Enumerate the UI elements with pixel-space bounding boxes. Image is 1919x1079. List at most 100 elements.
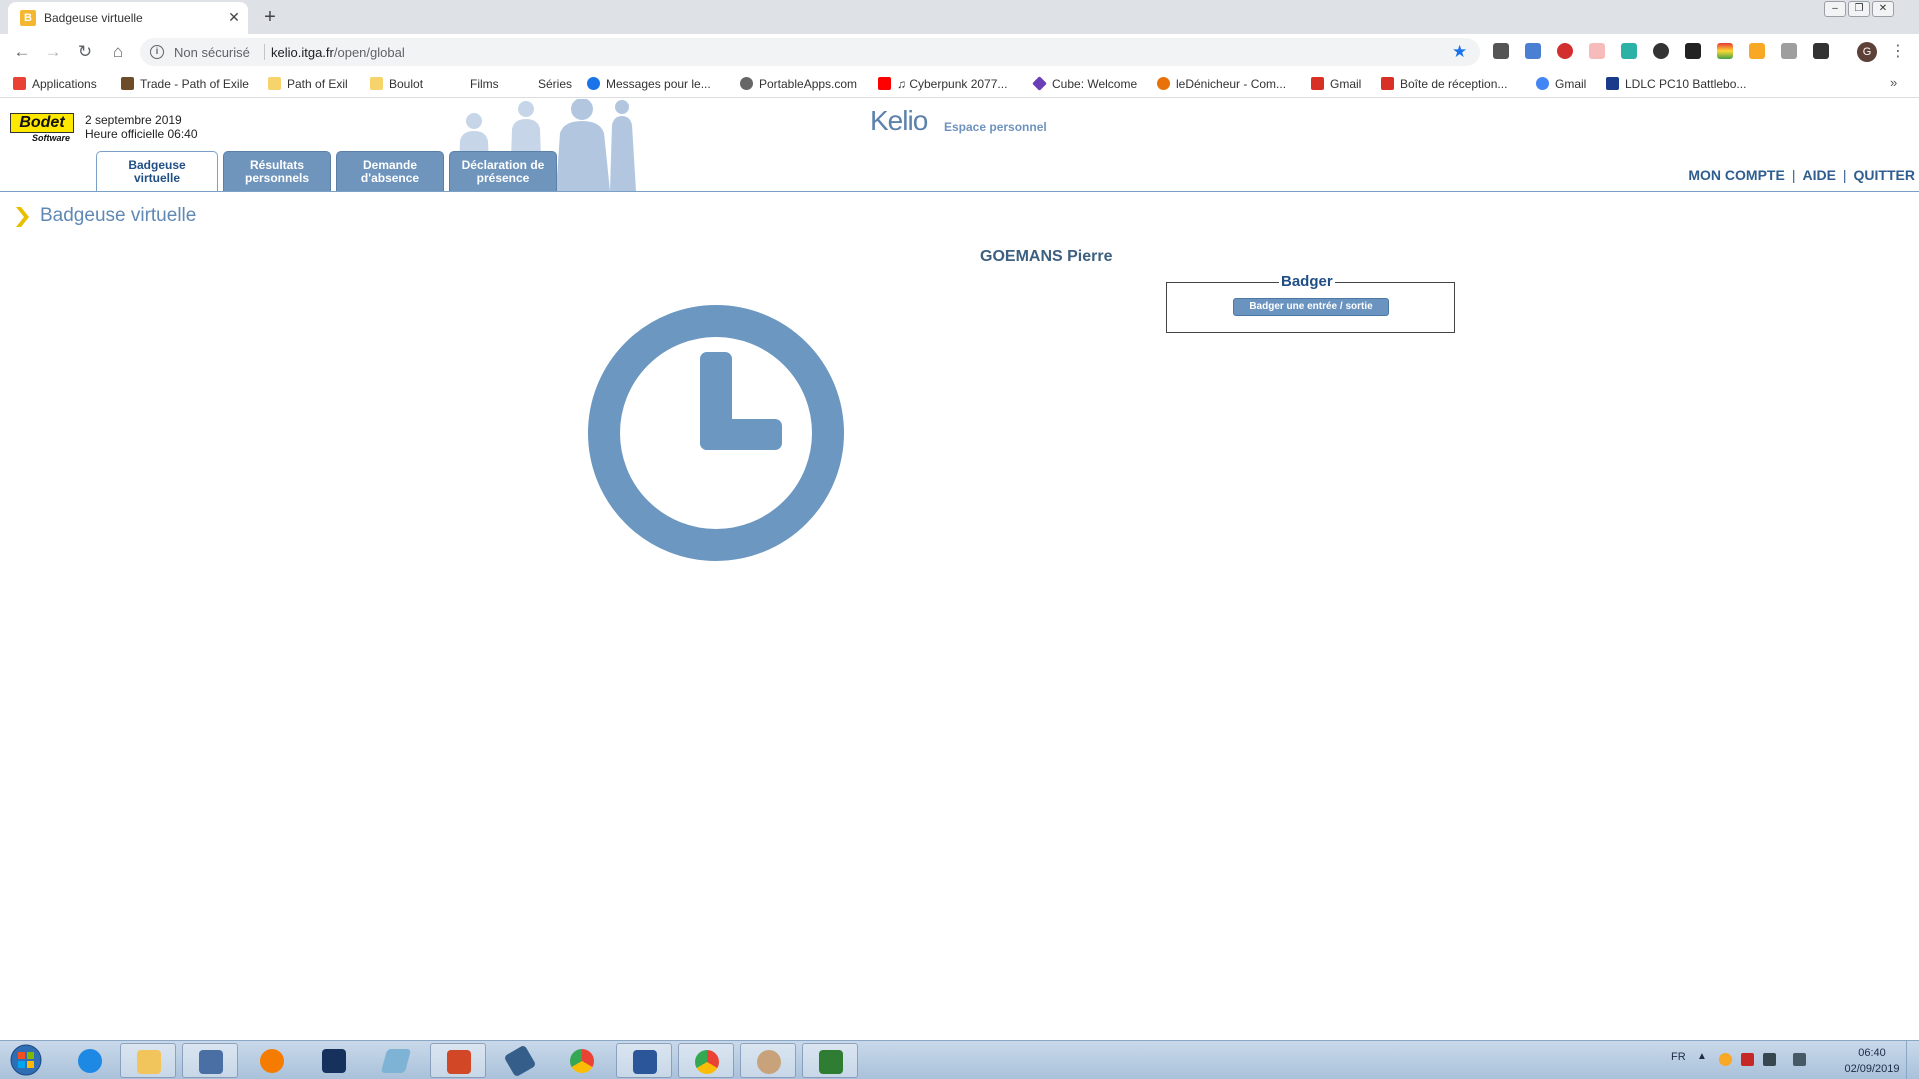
aide-link[interactable]: AIDE	[1802, 167, 1835, 183]
cube-icon	[1032, 76, 1047, 91]
bookmark-item[interactable]: PortableApps.com	[740, 75, 857, 93]
folder-icon	[268, 77, 281, 90]
extension-color-icon[interactable]	[1717, 43, 1733, 59]
bookmark-item[interactable]: Séries	[538, 75, 572, 93]
reload-icon[interactable]: ↻	[73, 40, 97, 64]
window-close-icon[interactable]: ✕	[1872, 1, 1894, 17]
url-host: kelio.itga.fr	[271, 45, 334, 60]
windows-start-icon[interactable]	[2, 1042, 50, 1078]
messages-icon	[587, 77, 600, 90]
bookmark-item[interactable]: Boîte de réception...	[1381, 75, 1507, 93]
quitter-link[interactable]: QUITTER	[1854, 167, 1915, 183]
taskbar-file-explorer[interactable]	[120, 1043, 176, 1078]
bookmark-star-icon[interactable]: ★	[1452, 42, 1467, 62]
taskbar-powerpoint[interactable]	[430, 1043, 486, 1078]
security-label: Non sécurisé	[174, 45, 250, 60]
bookmark-item[interactable]: Boulot	[370, 75, 423, 93]
window-minimize-icon[interactable]: –	[1824, 1, 1846, 17]
extension-mail-icon[interactable]	[1749, 43, 1765, 59]
address-bar[interactable]: i Non sécurisé kelio.itga.fr/open/global…	[140, 38, 1480, 66]
tray-app-icon[interactable]	[1719, 1053, 1732, 1066]
back-arrow-icon[interactable]: ←	[10, 40, 34, 64]
forward-arrow-icon[interactable]: →	[41, 40, 65, 64]
employee-name: GOEMANS Pierre	[980, 248, 1113, 265]
bookmark-item[interactable]: Messages pour le...	[587, 75, 711, 93]
folder-icon	[370, 77, 383, 90]
badger-entree-sortie-button[interactable]: Badger une entrée / sortie	[1233, 298, 1389, 316]
url-separator	[264, 44, 265, 60]
tray-expand-icon[interactable]: ▲	[1697, 1051, 1707, 1062]
tab-demande-absence[interactable]: Demande d'absence	[336, 151, 444, 191]
bookmark-item[interactable]: Gmail	[1311, 75, 1361, 93]
tab-declaration-presence[interactable]: Déclaration de présence	[449, 151, 557, 191]
google-icon	[1536, 77, 1549, 90]
media-player-icon	[260, 1049, 284, 1073]
taskbar-paint[interactable]	[740, 1043, 796, 1078]
eraser-icon	[380, 1049, 412, 1073]
extension-calendar-icon[interactable]	[1525, 43, 1541, 59]
window-restore-icon[interactable]: ❐	[1848, 1, 1870, 17]
new-tab-icon[interactable]: +	[258, 6, 282, 30]
taskbar-pen-tool[interactable]	[492, 1043, 548, 1078]
extension-pdf-icon[interactable]	[1589, 43, 1605, 59]
url-text[interactable]: kelio.itga.fr/open/global	[271, 45, 405, 60]
chrome-icon	[570, 1049, 594, 1073]
tray-volume-icon[interactable]	[1793, 1053, 1806, 1066]
word-icon	[633, 1050, 657, 1074]
taskbar-remote-keyboard[interactable]	[182, 1043, 238, 1078]
bookmarks-overflow-icon[interactable]: »	[1890, 75, 1897, 90]
tab-badgeuse-virtuelle[interactable]: Badgeuse virtuelle	[96, 151, 218, 192]
chevron-right-icon	[16, 207, 29, 227]
powerpoint-icon	[447, 1050, 471, 1074]
clock-icon	[588, 305, 844, 561]
bookmark-item[interactable]: LDLC PC10 Battlebo...	[1606, 75, 1746, 93]
taskbar-terminal[interactable]	[306, 1043, 362, 1078]
tab-title: Badgeuse virtuelle	[44, 11, 143, 25]
portableapps-icon	[740, 77, 753, 90]
tray-network-icon[interactable]	[1763, 1053, 1776, 1066]
extension-se-icon[interactable]	[1813, 43, 1829, 59]
bookmarks-bar: Applications Trade - Path of Exile Path …	[0, 70, 1919, 98]
show-desktop-button[interactable]	[1906, 1041, 1919, 1079]
browser-toolbar: ← → ↻ ⌂ i Non sécurisé kelio.itga.fr/ope…	[0, 34, 1919, 70]
browser-tab[interactable]: B Badgeuse virtuelle ✕	[8, 2, 248, 34]
browser-menu-icon[interactable]: ⋮	[1890, 41, 1906, 63]
extension-dark-icon[interactable]	[1685, 43, 1701, 59]
taskbar-chrome-active[interactable]	[678, 1043, 734, 1078]
ldlc-icon	[1606, 77, 1619, 90]
apps-grid-icon	[13, 77, 26, 90]
bookmark-item[interactable]: Applications	[13, 75, 97, 93]
keyboard-language[interactable]: FR	[1671, 1051, 1686, 1063]
bookmark-item[interactable]: Films	[470, 75, 499, 93]
bookmark-item[interactable]: leDénicheur - Com...	[1157, 75, 1286, 93]
tab-resultats-personnels[interactable]: Résultats personnels	[223, 151, 331, 191]
tab-close-icon[interactable]: ✕	[226, 9, 242, 25]
taskbar-internet-explorer[interactable]	[62, 1043, 118, 1078]
tray-alert-icon[interactable]	[1741, 1053, 1754, 1066]
taskbar-eraser[interactable]	[368, 1043, 424, 1078]
browser-titlebar: B Badgeuse virtuelle ✕ + – ❐ ✕	[0, 0, 1919, 34]
extension-camera-icon[interactable]	[1493, 43, 1509, 59]
extension-shield-icon[interactable]	[1621, 43, 1637, 59]
profile-avatar[interactable]: G	[1857, 42, 1877, 62]
bookmark-item[interactable]: Path of Exil	[268, 75, 348, 93]
mon-compte-link[interactable]: MON COMPTE	[1688, 167, 1784, 183]
internet-explorer-icon	[78, 1049, 102, 1073]
tray-clock[interactable]: 06:40 02/09/2019	[1842, 1045, 1902, 1077]
taskbar-chrome[interactable]	[554, 1043, 610, 1078]
bookmark-item[interactable]: ♫ Cyberpunk 2077...	[878, 75, 1007, 93]
page-title: Badgeuse virtuelle	[40, 205, 197, 226]
badger-fieldset: Badger Badger une entrée / sortie	[1166, 273, 1455, 333]
extension-github-icon[interactable]	[1653, 43, 1669, 59]
taskbar-media-player[interactable]	[244, 1043, 300, 1078]
url-path: /open/global	[333, 45, 405, 60]
bookmark-item[interactable]: Cube: Welcome	[1032, 75, 1137, 93]
extension-adblock-icon[interactable]	[1557, 43, 1573, 59]
taskbar-word[interactable]	[616, 1043, 672, 1078]
bookmark-item[interactable]: Gmail	[1536, 75, 1586, 93]
taskbar-spreadsheet[interactable]	[802, 1043, 858, 1078]
info-icon[interactable]: i	[150, 45, 164, 59]
home-icon[interactable]: ⌂	[106, 40, 130, 64]
extension-screen-icon[interactable]	[1781, 43, 1797, 59]
bookmark-item[interactable]: Trade - Path of Exile	[121, 75, 249, 93]
